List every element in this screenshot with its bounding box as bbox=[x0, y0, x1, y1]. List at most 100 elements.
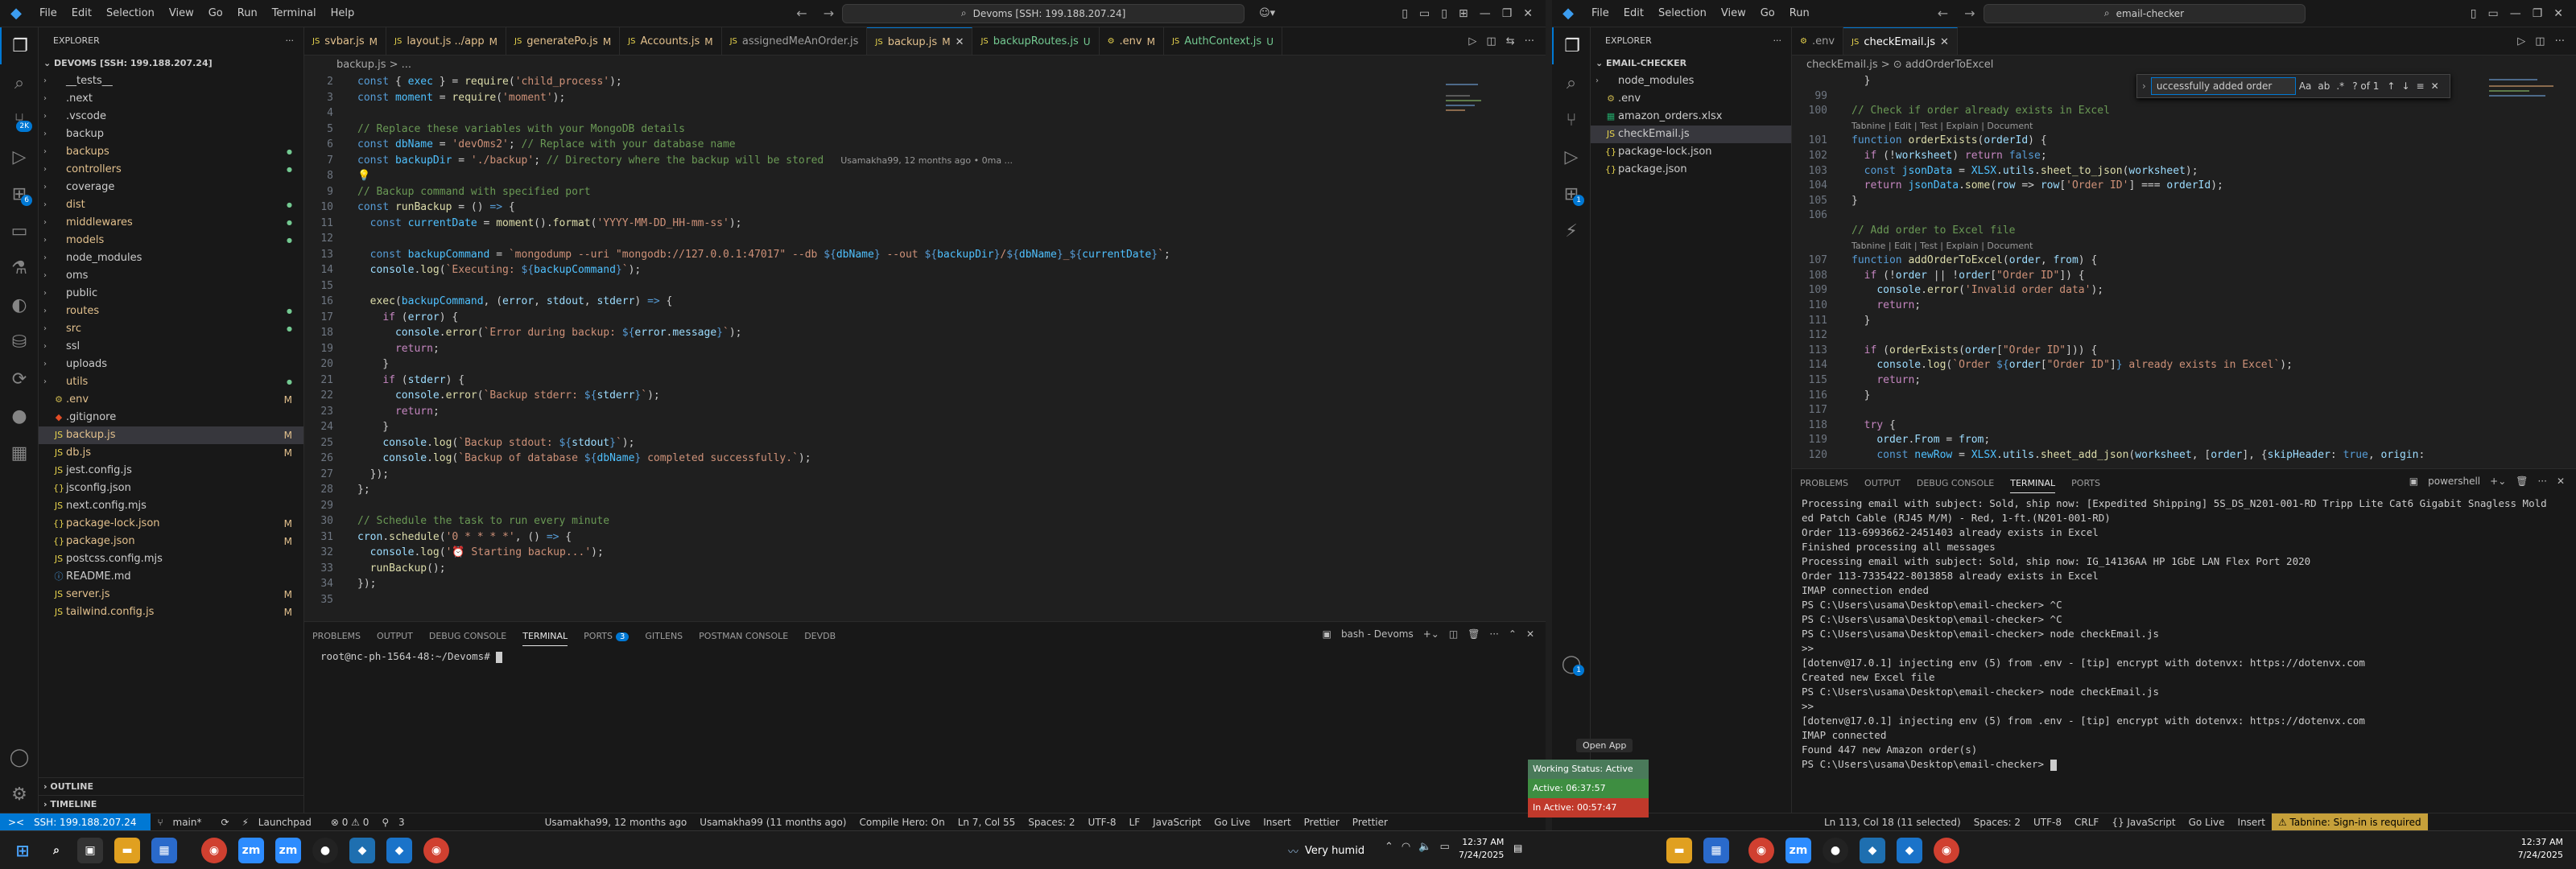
code-line[interactable]: console.log(`Executing: ${backupCommand}… bbox=[357, 262, 642, 278]
new-terminal-icon-right[interactable]: +⌄ bbox=[2490, 476, 2506, 487]
more-actions-icon-right[interactable]: ··· bbox=[1773, 27, 1782, 55]
code-line[interactable]: return; bbox=[1852, 373, 1921, 389]
panel-tab-gitlens-left[interactable]: GITLENS bbox=[645, 631, 683, 641]
close-window-icon[interactable]: ✕ bbox=[1523, 7, 1533, 20]
editor-tab-right[interactable]: JS checkEmail.js ✕ bbox=[1843, 27, 1958, 55]
code-line[interactable]: }); bbox=[357, 576, 376, 592]
language-mode-right[interactable]: {} JavaScript bbox=[2105, 817, 2182, 828]
tree-item-right[interactable]: {} package-lock.json bbox=[1591, 143, 1791, 161]
chrome-icon[interactable]: ◉ bbox=[201, 838, 227, 863]
editor-tab-left[interactable]: JS backup.js M ✕ bbox=[867, 27, 973, 55]
blame-info-2[interactable]: Usamakha99 (11 months ago) bbox=[693, 817, 852, 828]
editor-tab-left[interactable]: JS generatePo.js M bbox=[506, 27, 621, 55]
close-panel-icon-right[interactable]: ✕ bbox=[2557, 476, 2565, 487]
menu-file-left[interactable]: File bbox=[32, 7, 64, 19]
menu-edit-right[interactable]: Edit bbox=[1616, 7, 1651, 19]
explorer-icon[interactable]: ❐ bbox=[0, 27, 39, 64]
encoding-right[interactable]: UTF-8 bbox=[2027, 817, 2068, 828]
code-line[interactable]: const moment = require('moment'); bbox=[357, 90, 565, 106]
menu-run-left[interactable]: Run bbox=[230, 7, 265, 19]
code-line[interactable]: if (!order || !order["Order ID"]) { bbox=[1852, 269, 2085, 284]
copilot-icon[interactable]: ☺▾ bbox=[1259, 7, 1275, 19]
tree-item-left[interactable]: JS backup.js M bbox=[39, 426, 303, 444]
tray-chevron-icon[interactable]: ⌃ bbox=[1385, 841, 1393, 853]
prettier-status-2[interactable]: Prettier bbox=[1346, 817, 1394, 828]
code-line[interactable]: const dbName = 'devOms2'; // Replace wit… bbox=[357, 137, 736, 153]
tree-item-left[interactable]: JS tailwind.config.js M bbox=[39, 603, 303, 621]
compile-hero[interactable]: Compile Hero: On bbox=[852, 817, 951, 828]
code-line[interactable]: runBackup(); bbox=[357, 561, 446, 577]
tree-item-left[interactable]: › oms bbox=[39, 267, 303, 285]
tree-item-right[interactable]: ▦ amazon_orders.xlsx bbox=[1591, 108, 1791, 126]
code-line[interactable]: console.error(`Error during backup: ${er… bbox=[357, 325, 742, 341]
code-line[interactable]: if (error) { bbox=[357, 310, 458, 326]
code-line[interactable]: }); bbox=[357, 467, 390, 483]
customize-layout-icon[interactable]: ⊞ bbox=[1459, 7, 1468, 20]
code-line[interactable]: } bbox=[357, 419, 389, 435]
manage-gear-icon[interactable]: ⚙ bbox=[0, 776, 39, 813]
code-line[interactable]: Tabnine | Edit | Test | Explain | Docume… bbox=[1852, 239, 2033, 254]
right-breadcrumb[interactable]: checkEmail.js > ⊙ addOrderToExcel bbox=[1806, 56, 1993, 74]
task-view-icon[interactable]: ▣ bbox=[77, 838, 103, 863]
run-debug-icon-right[interactable]: ▷ bbox=[1552, 138, 1591, 175]
maximize-panel-icon[interactable]: ⌃ bbox=[1509, 628, 1517, 640]
code-line[interactable]: } bbox=[1852, 194, 1858, 209]
indentation-right[interactable]: Spaces: 2 bbox=[1967, 817, 2027, 828]
code-line[interactable]: } bbox=[357, 356, 389, 373]
source-control-icon-right[interactable]: ⑂ bbox=[1552, 101, 1591, 138]
command-center-search-right[interactable]: ⌕ email-checker bbox=[1983, 3, 2306, 23]
status-tracker-widget[interactable]: Working Status: Active Active: 06:37:57 … bbox=[1528, 760, 1649, 818]
panel-tab-terminal-right[interactable]: TERMINAL bbox=[2010, 473, 2056, 493]
accounts-icon[interactable]: ◯ bbox=[0, 739, 39, 776]
editor-tab-left[interactable]: JS layout.js ../app M bbox=[386, 27, 506, 55]
kill-terminal-icon-right[interactable]: 🗑 bbox=[2516, 476, 2528, 487]
tree-item-left[interactable]: {} package-lock.json M bbox=[39, 515, 303, 533]
tree-item-left[interactable]: › __tests__ bbox=[39, 72, 303, 90]
layout-sidebar-icon-right[interactable]: ▯ bbox=[2471, 7, 2477, 20]
tree-item-left[interactable]: JS jest.config.js bbox=[39, 462, 303, 480]
panel-tab-problems-left[interactable]: PROBLEMS bbox=[312, 631, 361, 641]
code-line[interactable]: return; bbox=[1852, 299, 1921, 314]
tree-item-right[interactable]: {} package.json bbox=[1591, 161, 1791, 179]
code-line[interactable]: if (orderExists(order["Order ID"])) { bbox=[1852, 344, 2098, 359]
code-line[interactable]: const backupCommand = `mongodump --uri "… bbox=[357, 247, 1170, 263]
remote-explorer-icon[interactable]: ▭ bbox=[0, 212, 39, 249]
menu-view-right[interactable]: View bbox=[1714, 7, 1753, 19]
command-center-search[interactable]: ⌕ Devoms [SSH: 199.188.207.24] bbox=[842, 3, 1245, 23]
left-code-editor[interactable]: 2 const { exec } = require('child_process… bbox=[304, 74, 1431, 621]
postman-icon[interactable]: ● bbox=[0, 397, 39, 434]
kill-terminal-icon[interactable]: 🗑 bbox=[1468, 628, 1480, 640]
layout-secondary-icon[interactable]: ▯ bbox=[1441, 7, 1447, 20]
code-line[interactable]: const currentDate = moment().format('YYY… bbox=[357, 216, 742, 232]
panel-tab-postman-console-left[interactable]: POSTMAN CONSOLE bbox=[699, 631, 788, 641]
file-explorer-icon[interactable]: ▬ bbox=[114, 838, 140, 863]
gitlens-icon[interactable]: ◐ bbox=[0, 286, 39, 323]
code-line[interactable]: console.log('⏰ Starting backup...'); bbox=[357, 545, 604, 561]
editor-tab-left[interactable]: JS Accounts.js M bbox=[620, 27, 722, 55]
run-debug-icon[interactable]: ▷ bbox=[0, 138, 39, 175]
code-line[interactable]: function orderExists(orderId) { bbox=[1852, 134, 2047, 149]
code-line[interactable]: // Replace these variables with your Mon… bbox=[357, 121, 685, 138]
remote-indicator[interactable]: >< SSH: 199.188.207.24 bbox=[0, 813, 151, 830]
code-line[interactable]: try { bbox=[1852, 418, 1896, 434]
layout-panel-icon[interactable]: ▭ bbox=[1419, 7, 1430, 20]
extensions-icon[interactable]: ⊞ 6 bbox=[0, 175, 39, 212]
code-line[interactable]: console.error(`Backup stderr: ${stderr}`… bbox=[357, 388, 660, 404]
weather-widget[interactable]: 〰 Very humid bbox=[1288, 838, 1364, 863]
docker-icon[interactable]: ▦ bbox=[0, 434, 39, 472]
sync-icon[interactable]: ⟳ bbox=[214, 817, 235, 828]
code-line[interactable]: exec(backupCommand, (error, stdout, stde… bbox=[357, 294, 673, 310]
app-dark-icon[interactable]: ● bbox=[312, 838, 338, 863]
vscode-taskbar-icon[interactable]: ◆ bbox=[386, 838, 412, 863]
menu-view-left[interactable]: View bbox=[162, 7, 201, 19]
code-line[interactable]: if (!worksheet) return false; bbox=[1852, 149, 2047, 164]
menu-go-left[interactable]: Go bbox=[201, 7, 230, 19]
git-branch[interactable]: ⑂ main* bbox=[151, 817, 214, 828]
tree-item-right[interactable]: ⚙ .env bbox=[1591, 90, 1791, 108]
tree-item-left[interactable]: › middlewares ● bbox=[39, 214, 303, 232]
tree-item-left[interactable]: › ssl bbox=[39, 338, 303, 356]
tree-item-left[interactable]: › models ● bbox=[39, 232, 303, 249]
windows-start-icon[interactable]: ⊞ bbox=[10, 838, 35, 863]
tree-item-left[interactable]: JS next.config.mjs bbox=[39, 497, 303, 515]
calendar-app-icon[interactable]: ▦ bbox=[151, 838, 177, 863]
